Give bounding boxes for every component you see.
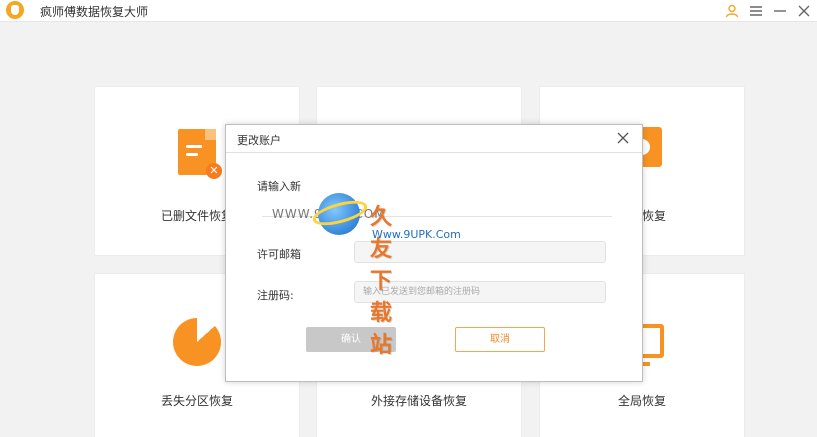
minimize-icon[interactable] xyxy=(771,2,789,20)
user-icon[interactable] xyxy=(723,2,741,20)
deleted-file-icon: ✕ xyxy=(178,129,222,179)
cancel-button[interactable]: 取消 xyxy=(455,327,545,352)
card-label: 外接存储设备恢复 xyxy=(370,394,467,408)
menu-icon[interactable] xyxy=(747,2,765,20)
dialog-close-icon[interactable] xyxy=(614,129,632,147)
registration-code-label: 注册码: xyxy=(257,289,294,302)
prompt-label: 请输入新 xyxy=(257,180,301,193)
change-account-dialog: 更改账户 请输入新 许可邮箱 注册码: 确认 取消 xyxy=(225,124,643,382)
partition-pie-icon xyxy=(173,318,221,366)
dialog-title: 更改账户 xyxy=(237,134,281,147)
window-controls xyxy=(723,0,813,22)
title-bar: 疯师傅数据恢复大师 xyxy=(0,0,817,22)
app-title: 疯师傅数据恢复大师 xyxy=(40,5,149,19)
card-label: 全局恢复 xyxy=(617,394,666,408)
app-logo-icon xyxy=(6,1,24,19)
dialog-header: 更改账户 xyxy=(226,125,642,153)
registration-code-field[interactable] xyxy=(354,281,606,303)
email-label: 许可邮箱 xyxy=(257,248,301,261)
close-icon[interactable] xyxy=(795,2,813,20)
divider xyxy=(262,216,612,217)
confirm-button[interactable]: 确认 xyxy=(306,327,396,352)
email-field[interactable] xyxy=(354,241,606,263)
card-label: 丢失分区恢复 xyxy=(160,394,233,408)
